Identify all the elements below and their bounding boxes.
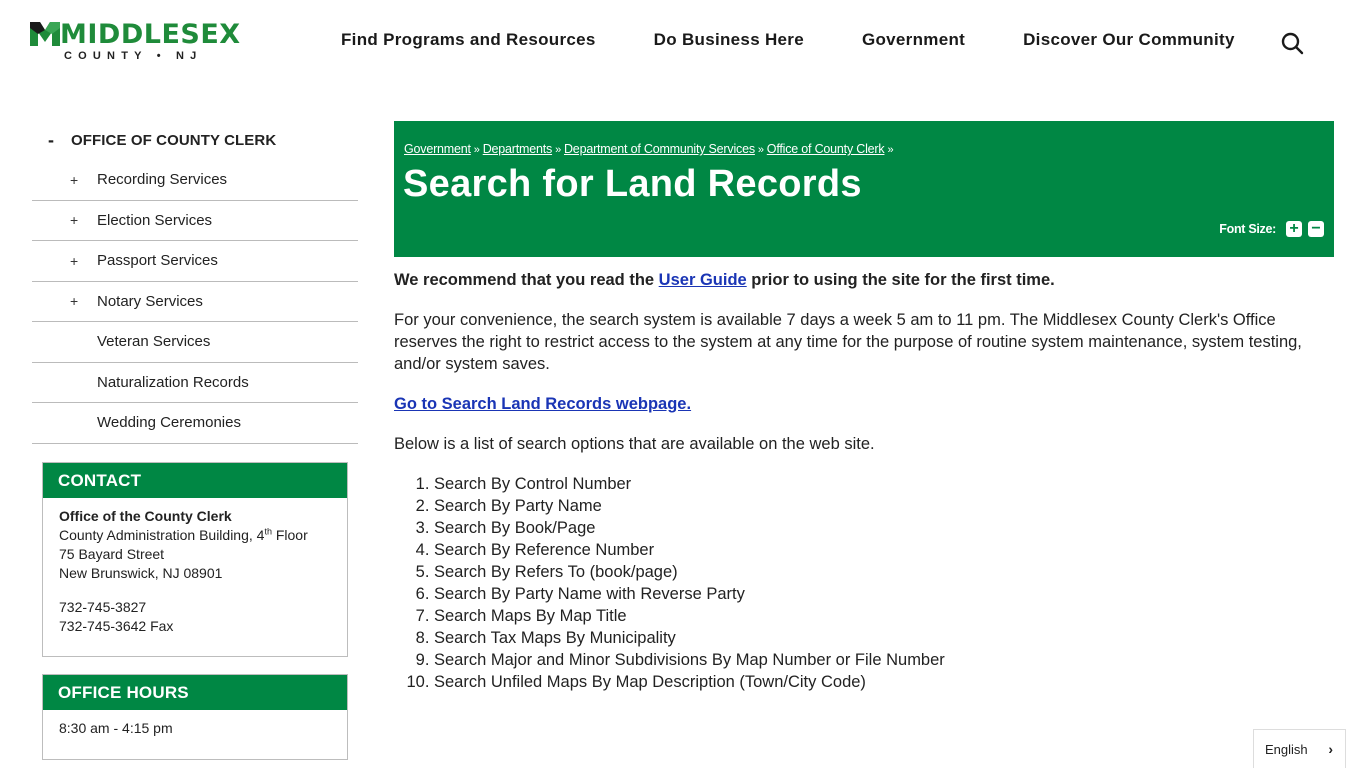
nav-government[interactable]: Government [862,30,965,50]
contact-building: County Administration Building, 4th Floo… [59,526,331,545]
contact-title: CONTACT [43,463,347,498]
intro-text-end: prior to using the site for the first ti… [746,271,1055,289]
office-hours-value: 8:30 am - 4:15 pm [59,720,173,736]
user-guide-link[interactable]: User Guide [659,271,747,289]
contact-box: CONTACT Office of the County Clerk Count… [42,462,348,657]
sidebar-header-office-county-clerk[interactable]: - OFFICE OF COUNTY CLERK [32,120,358,160]
sidebar-item-naturalization-records[interactable]: Naturalization Records [32,363,358,403]
breadcrumb: Government» Departments» Department of Com… [404,142,896,156]
font-increase-button[interactable]: + [1286,221,1302,237]
sidebar-item-label[interactable]: Veteran Services [97,333,210,350]
building-text: County Administration Building, 4 [59,527,265,543]
sidebar-item-label[interactable]: Passport Services [97,252,218,269]
sidebar-item-wedding-ceremonies[interactable]: Wedding Ceremonies [32,403,358,444]
expand-icon[interactable]: + [32,172,97,188]
list-item: Search Unfiled Maps By Map Description (… [434,671,1339,693]
main-content: We recommend that you read the User Guid… [394,269,1339,693]
availability-paragraph: For your convenience, the search system … [394,311,1302,373]
expand-icon[interactable]: + [32,293,97,309]
contact-body: Office of the County Clerk County Admini… [43,498,347,648]
sidebar-header-label[interactable]: OFFICE OF COUNTY CLERK [71,132,276,149]
list-item: Search By Party Name with Reverse Party [434,583,1339,605]
list-item: Search By Refers To (book/page) [434,561,1339,583]
chevron-right-icon: › [1328,741,1333,757]
nav-find-programs[interactable]: Find Programs and Resources [341,30,596,50]
sidebar-item-notary-services[interactable]: + Notary Services [32,282,358,322]
breadcrumb-separator: » [887,144,894,156]
office-hours-body: 8:30 am - 4:15 pm [43,710,347,750]
breadcrumb-separator: » [757,144,764,156]
page-banner: Government» Departments» Department of Com… [394,121,1334,257]
page-title: Search for Land Records [403,163,862,205]
goto-paragraph: Go to Search Land Records webpage. [394,393,1339,415]
list-item: Search Tax Maps By Municipality [434,627,1339,649]
list-item: Search By Reference Number [434,539,1339,561]
font-size-controls: Font Size: + − [1219,221,1324,237]
office-hours-box: OFFICE HOURS 8:30 am - 4:15 pm [42,674,348,760]
sidebar-item-label[interactable]: Election Services [97,212,212,229]
intro-text: We recommend that you read the [394,271,659,289]
list-item: Search Maps By Map Title [434,605,1339,627]
breadcrumb-county-clerk[interactable]: Office of County Clerk [767,142,885,156]
expand-icon[interactable]: + [32,253,97,269]
sidebar-item-veteran-services[interactable]: Veteran Services [32,322,358,363]
sidebar-item-election-services[interactable]: + Election Services [32,201,358,241]
building-sup: th [264,526,272,537]
language-selector[interactable]: English › [1253,729,1346,768]
list-item: Search By Book/Page [434,517,1339,539]
sidebar-item-recording-services[interactable]: + Recording Services [32,160,358,201]
sidebar-nav: - OFFICE OF COUNTY CLERK + Recording Ser… [32,120,358,444]
list-item: Search By Control Number [434,473,1339,495]
breadcrumb-separator: » [473,144,480,156]
font-size-label: Font Size: [1219,222,1276,236]
building-floor: Floor [271,527,308,543]
search-icon [1281,32,1304,55]
logo[interactable]: MIDDLESEX COUNTY • NJ [30,18,240,68]
sidebar-item-label[interactable]: Wedding Ceremonies [97,414,241,431]
sidebar-item-label[interactable]: Notary Services [97,293,203,310]
sidebar-item-label[interactable]: Naturalization Records [97,374,249,391]
nav-discover-community[interactable]: Discover Our Community [1023,30,1235,50]
language-label[interactable]: English [1265,742,1308,757]
search-button[interactable] [1280,31,1304,55]
collapse-icon[interactable]: - [32,130,71,151]
list-item: Search By Party Name [434,495,1339,517]
breadcrumb-separator: » [555,144,561,156]
sidebar-item-passport-services[interactable]: + Passport Services [32,241,358,282]
logo-tagline: COUNTY • NJ [64,50,203,62]
nav-do-business[interactable]: Do Business Here [654,30,804,50]
intro-paragraph: We recommend that you read the User Guid… [394,269,1339,291]
contact-city: New Brunswick, NJ 08901 [59,565,223,581]
logo-wordmark: MIDDLESEX [60,19,241,50]
list-intro: Below is a list of search options that a… [394,435,875,453]
sidebar-item-label[interactable]: Recording Services [97,171,227,188]
contact-office: Office of the County Clerk [59,508,232,524]
logo-mark-icon [30,22,60,46]
contact-fax: 732-745-3642 Fax [59,618,174,634]
office-hours-title: OFFICE HOURS [43,675,347,710]
search-land-records-link[interactable]: Go to Search Land Records webpage. [394,395,691,413]
main-nav: Find Programs and Resources Do Business … [341,30,1235,50]
breadcrumb-community-services[interactable]: Department of Community Services [564,142,755,156]
site-header: MIDDLESEX COUNTY • NJ Find Programs and … [0,0,1366,90]
contact-phone[interactable]: 732-745-3827 [59,598,331,617]
font-decrease-button[interactable]: − [1308,221,1324,237]
list-item: Search Major and Minor Subdivisions By M… [434,649,1339,671]
breadcrumb-government[interactable]: Government [404,142,471,156]
expand-icon[interactable]: + [32,212,97,228]
search-options-list: Search By Control Number Search By Party… [394,473,1339,693]
breadcrumb-departments[interactable]: Departments [483,142,553,156]
contact-street: 75 Bayard Street [59,546,165,562]
